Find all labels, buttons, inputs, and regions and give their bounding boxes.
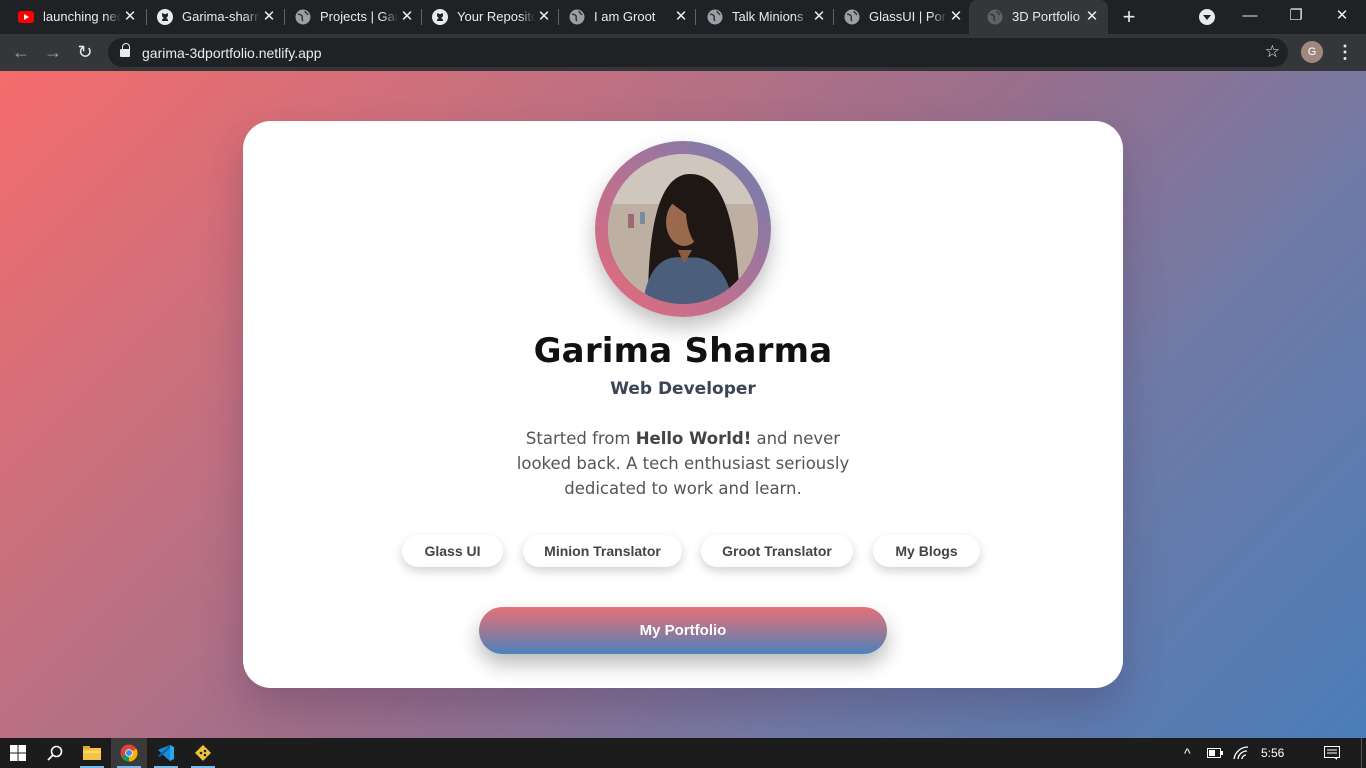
tab-title: Projects | Gari (320, 10, 398, 24)
avatar-ring (595, 141, 771, 317)
git-icon[interactable] (185, 738, 221, 768)
close-tab-icon[interactable]: ✕ (673, 9, 689, 25)
github-icon (432, 9, 448, 25)
tab-title: Your Reposito (457, 10, 535, 24)
link-glass-ui[interactable]: Glass UI (402, 535, 503, 567)
search-icon[interactable] (37, 738, 73, 768)
new-tab-icon[interactable]: + (1119, 6, 1139, 28)
globe-icon (569, 9, 585, 25)
close-tab-icon[interactable]: ✕ (536, 9, 552, 25)
close-window-icon[interactable]: ✕ (1330, 4, 1354, 28)
tab-5[interactable]: I am Groot ✕ (551, 0, 697, 34)
tab-title: I am Groot (594, 10, 656, 24)
bookmark-star-icon[interactable]: ☆ (1265, 43, 1280, 61)
tab-1[interactable]: launching nec ✕ (0, 0, 146, 34)
url-text: garima-3dportfolio.netlify.app (142, 45, 322, 61)
notifications-icon[interactable] (1324, 738, 1342, 768)
tab-title: Garima-sharm (182, 10, 260, 24)
globe-icon (295, 9, 311, 25)
show-desktop-button[interactable] (1361, 738, 1366, 768)
vscode-icon[interactable] (148, 738, 184, 768)
profile-role: Web Developer (610, 379, 756, 399)
profile-name: Garima Sharma (533, 331, 833, 371)
battery-icon[interactable] (1207, 738, 1225, 768)
tab-title: GlassUI | Portf (869, 10, 947, 24)
tab-title: Talk Minions (732, 10, 804, 24)
link-groot-translator[interactable]: Groot Translator (701, 535, 853, 567)
file-explorer-icon[interactable] (74, 738, 110, 768)
close-tab-icon[interactable]: ✕ (948, 9, 964, 25)
tab-8-active[interactable]: 3D Portfolio ✕ (969, 0, 1108, 34)
clock[interactable]: 5:56 PM (1261, 738, 1305, 768)
lock-icon (120, 43, 130, 58)
start-icon[interactable] (0, 738, 36, 768)
back-icon[interactable]: ← (10, 41, 32, 63)
bio-highlight: Hello World! (635, 429, 752, 448)
project-links: Glass UI Minion Translator Groot Transla… (243, 535, 1123, 567)
close-tab-icon[interactable]: ✕ (811, 9, 827, 25)
forward-icon[interactable]: → (42, 41, 64, 63)
avatar-photo (608, 154, 758, 304)
bio-text-start: Started from (525, 429, 636, 448)
link-minion-translator[interactable]: Minion Translator (523, 535, 682, 567)
globe-icon (987, 9, 1003, 25)
github-icon (157, 9, 173, 25)
profile-avatar[interactable]: G (1301, 41, 1323, 63)
tab-6[interactable]: Talk Minions ✕ (689, 0, 835, 34)
tab-3[interactable]: Projects | Gari ✕ (277, 0, 423, 34)
browser-toolbar: ← → ↻ garima-3dportfolio.netlify.app ☆ G… (0, 34, 1366, 71)
globe-icon (844, 9, 860, 25)
wifi-icon[interactable] (1233, 738, 1249, 768)
profile-card: Garima Sharma Web Developer Started from… (243, 121, 1123, 688)
page-viewport: Garima Sharma Web Developer Started from… (0, 71, 1366, 738)
reload-icon[interactable]: ↻ (74, 41, 96, 63)
tab-search-icon[interactable] (1199, 9, 1215, 25)
close-tab-icon[interactable]: ✕ (399, 9, 415, 25)
avatar (608, 154, 758, 304)
minimize-icon[interactable]: — (1238, 4, 1262, 28)
tray-chevron-icon[interactable]: ^ (1184, 738, 1198, 768)
tab-2[interactable]: Garima-sharm ✕ (139, 0, 285, 34)
my-portfolio-button[interactable]: My Portfolio (479, 607, 887, 654)
tab-title: launching nec (43, 10, 121, 24)
close-tab-icon[interactable]: ✕ (122, 9, 138, 25)
windows-taskbar: ^ 5:56 PM (0, 738, 1366, 768)
tab-4[interactable]: Your Reposito ✕ (414, 0, 560, 34)
profile-bio: Started from Hello World! and never look… (498, 426, 868, 501)
globe-icon (707, 9, 723, 25)
address-bar[interactable]: garima-3dportfolio.netlify.app ☆ (108, 38, 1288, 67)
youtube-icon (18, 9, 34, 25)
close-tab-icon[interactable]: ✕ (261, 9, 277, 25)
tab-7[interactable]: GlassUI | Portf ✕ (826, 0, 972, 34)
restore-icon[interactable]: ❐ (1284, 4, 1308, 28)
chrome-icon[interactable] (111, 738, 147, 768)
link-my-blogs[interactable]: My Blogs (873, 535, 980, 567)
tab-strip: launching nec ✕ Garima-sharm ✕ Projects … (0, 0, 1366, 34)
tab-title: 3D Portfolio (1012, 10, 1080, 24)
close-tab-icon[interactable]: ✕ (1084, 9, 1100, 25)
menu-icon[interactable]: ⋮ (1336, 41, 1354, 63)
